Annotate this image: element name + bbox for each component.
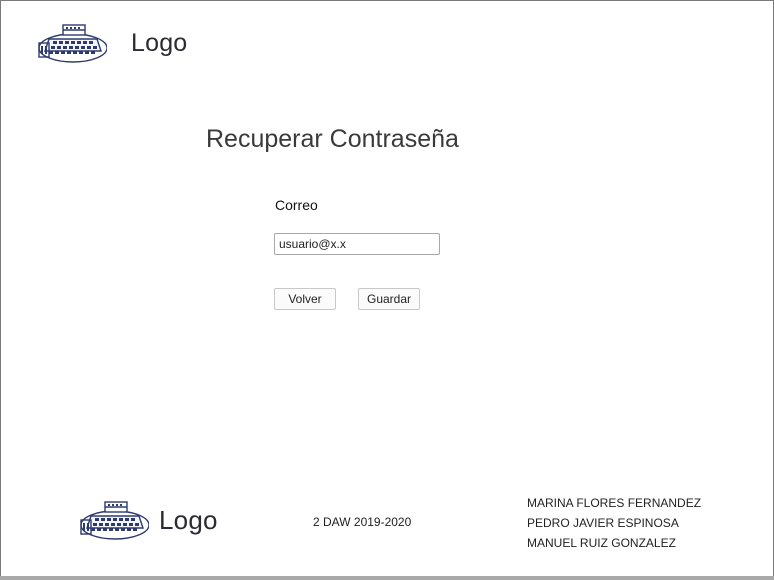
author-name: MARINA FLORES FERNANDEZ — [527, 496, 702, 510]
header-logo: Logo — [35, 21, 187, 65]
authors-list: MARINA FLORES FERNANDEZ PEDRO JAVIER ESP… — [527, 493, 701, 553]
author-name: PEDRO JAVIER ESPINOSA — [527, 516, 679, 530]
footer-logo: Logo — [77, 498, 218, 542]
page-title: Recuperar Contraseña — [206, 125, 459, 153]
author-name: MANUEL RUIZ GONZALEZ — [527, 536, 676, 550]
back-button[interactable]: Volver — [274, 288, 336, 310]
bottom-divider — [0, 576, 774, 580]
building-icon — [80, 501, 149, 540]
email-label: Correo — [275, 197, 318, 213]
save-button[interactable]: Guardar — [358, 288, 420, 310]
page-frame: Logo Recuperar Contraseña Correo Volver … — [0, 0, 774, 580]
email-field[interactable] — [274, 233, 440, 255]
course-label: 2 DAW 2019-2020 — [313, 515, 412, 529]
logo-text: Logo — [159, 504, 218, 535]
logo-text: Logo — [131, 28, 188, 57]
building-icon — [38, 24, 107, 63]
